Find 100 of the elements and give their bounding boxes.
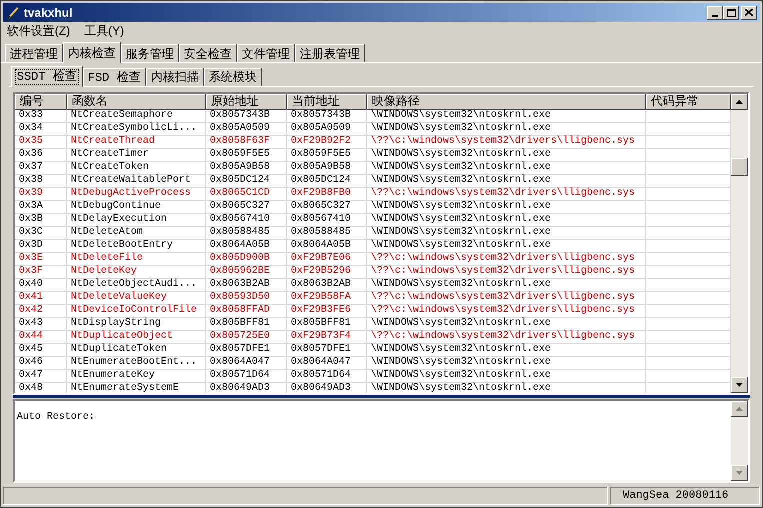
table-cell: NtCreateThread [71,136,156,147]
scroll-up-button[interactable] [731,401,748,417]
table-cell: 0x80649AD3 [291,383,352,393]
table-cell: NtDeleteKey [71,266,138,277]
table-cell: NtDeleteAtom [71,227,144,238]
tab[interactable]: SSDT 检查 [11,66,84,87]
table-cell: NtCreateTimer [71,149,150,160]
table-cell: 0x48 [19,383,44,393]
table-cell: \WINDOWS\system32\ntoskrnl.exe [371,240,552,251]
column-header[interactable]: 原始地址 [206,94,287,110]
table-cell: 0x46 [19,357,44,368]
table-cell: 0x805DC124 [291,175,352,186]
table-cell: 0x45 [19,344,44,355]
table-cell: 0x8064A05B [210,240,270,251]
table-cell: \??\c:\windows\system32\drivers\lligbenc.sys [371,305,636,316]
table-cell: \??\c:\windows\system32\drivers\lligbenc.sys [371,292,636,303]
table-cell: 0x8057DFE1 [210,344,270,355]
table-cell: NtDeviceIoControlFile [71,305,198,316]
status-text: WangSea 20080116 [610,487,760,505]
table-cell: 0xF29B7E06 [291,253,352,264]
table-cell: \WINDOWS\system32\ntoskrnl.exe [371,357,552,368]
column-header[interactable]: 函数名 [67,94,206,110]
scrollbar[interactable] [731,401,748,481]
tab[interactable]: 内核扫描 [146,68,204,86]
table-cell: 0x8064A05B [291,240,352,251]
menu-item[interactable]: 工具(Y) [84,22,124,40]
table-cell: NtDeleteFile [71,253,144,264]
table-cell: 0x80571D64 [291,370,352,381]
table-cell: 0x805BFF81 [210,318,270,329]
table-cell: 0x805BFF81 [291,318,352,329]
close-button[interactable] [741,6,757,20]
table-cell: 0x80649AD3 [210,383,270,393]
tab[interactable]: 注册表管理 [295,44,365,62]
table-cell: \WINDOWS\system32\ntoskrnl.exe [371,344,552,355]
down-arrow-icon [736,383,743,387]
table-cell: 0x8057DFE1 [291,344,352,355]
tab[interactable]: FSD 检查 [83,68,146,86]
minimize-icon [712,14,718,16]
scroll-down-button[interactable] [731,465,748,481]
column-header[interactable]: 映像路径 [367,94,646,110]
tab[interactable]: 系统模块 [204,68,262,86]
scroll-up-button[interactable] [731,94,748,110]
table-cell: \WINDOWS\system32\ntoskrnl.exe [371,370,552,381]
menu-item[interactable]: 软件设置(Z) [7,22,70,40]
tab[interactable]: 安全检查 [179,44,237,62]
table-cell: NtEnumerateKey [71,370,156,381]
scrollbar[interactable] [731,94,748,393]
table-cell: \WINDOWS\system32\ntoskrnl.exe [371,227,552,238]
table-cell: \??\c:\windows\system32\drivers\lligbenc.sys [371,136,636,147]
table-cell: \??\c:\windows\system32\drivers\lligbenc.sys [371,253,636,264]
table-cell: 0x41 [19,292,44,303]
table-cell: 0xF29B3FE6 [291,305,352,316]
table-cell: 0x8065C327 [210,201,270,212]
column-header[interactable]: 代码异常 [646,94,731,110]
table-cell: 0x3A [19,201,44,212]
table-cell: 0x8057343B [210,110,270,121]
table-cell: \WINDOWS\system32\ntoskrnl.exe [371,279,552,290]
table-cell: NtDeleteBootEntry [71,240,174,251]
table-cell: 0x80593D50 [210,292,270,303]
tab[interactable]: 文件管理 [237,44,295,62]
table-cell: 0x805A9B58 [210,162,270,173]
table-cell: NtEnumerateSystemE [71,383,180,393]
table-cell: \WINDOWS\system32\ntoskrnl.exe [371,162,552,173]
tab[interactable]: 内核检查 [63,42,121,63]
table-cell: 0x80588485 [210,227,270,238]
table-cell: 0x8064A047 [291,357,352,368]
table-cell: NtEnumerateBootEnt... [71,357,198,368]
down-arrow-icon [736,471,743,475]
tab[interactable]: 服务管理 [121,44,179,62]
table-cell: 0x8059F5E5 [210,149,270,160]
table-cell: \WINDOWS\system32\ntoskrnl.exe [371,383,552,393]
table-cell: 0x36 [19,149,44,160]
tab[interactable]: 进程管理 [5,44,63,62]
column-header[interactable]: 编号 [15,94,67,110]
table-cell: NtDuplicateObject [71,331,174,342]
table-cell: 0x8063B2AB [291,279,352,290]
table-cell: 0x80567410 [291,214,352,225]
table-cell: 0x35 [19,136,44,147]
maximize-button[interactable] [723,6,739,20]
table-cell: 0x39 [19,188,44,199]
maximize-icon [726,8,736,16]
up-arrow-icon [736,407,743,411]
minimize-button[interactable] [707,6,723,20]
table-cell: 0x3E [19,253,44,264]
scroll-thumb[interactable] [731,158,748,176]
table-cell: 0x8058F63F [210,136,270,147]
scroll-down-button[interactable] [731,377,748,393]
table-cell: \WINDOWS\system32\ntoskrnl.exe [371,214,552,225]
table-cell: \WINDOWS\system32\ntoskrnl.exe [371,318,552,329]
table-cell: NtDelayExecution [71,214,168,225]
table-cell: NtDuplicateToken [71,344,168,355]
table-cell: 0x8065C327 [291,201,352,212]
column-header[interactable]: 当前地址 [287,94,367,110]
close-icon [745,9,753,16]
table-cell: 0x3F [19,266,44,277]
table-cell: 0x805D900B [210,253,270,264]
table-cell: NtDisplayString [71,318,162,329]
pen-icon [6,6,20,20]
table-cell: 0x8064A047 [210,357,270,368]
table-cell: \WINDOWS\system32\ntoskrnl.exe [371,201,552,212]
